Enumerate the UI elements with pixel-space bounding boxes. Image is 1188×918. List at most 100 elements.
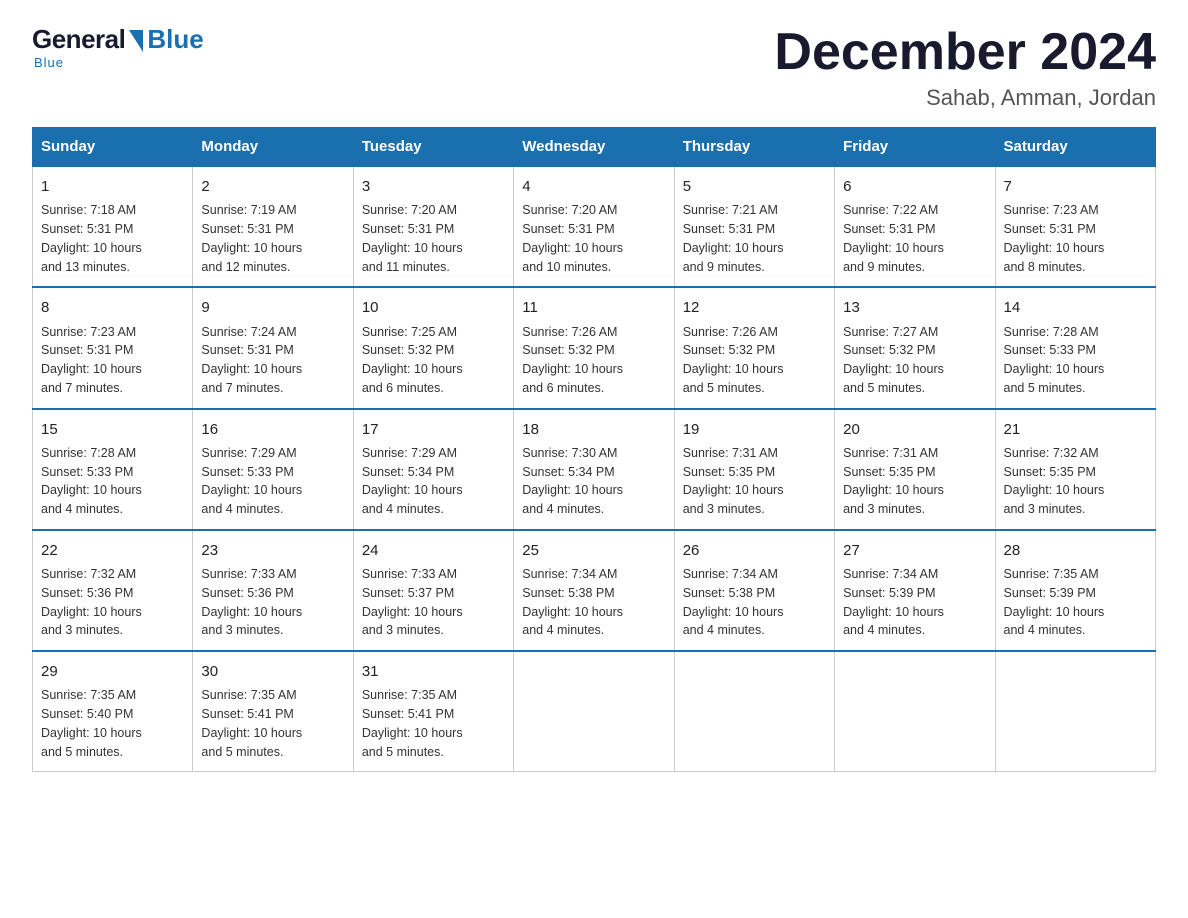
logo-general-text: General (32, 24, 125, 55)
calendar-cell: 29 Sunrise: 7:35 AMSunset: 5:40 PMDayligh… (33, 651, 193, 772)
day-number: 6 (843, 175, 986, 198)
header-cell-thursday: Thursday (674, 128, 834, 167)
day-info: Sunrise: 7:27 AMSunset: 5:32 PMDaylight:… (843, 323, 986, 398)
day-info: Sunrise: 7:35 AMSunset: 5:40 PMDaylight:… (41, 686, 184, 761)
day-info: Sunrise: 7:34 AMSunset: 5:38 PMDaylight:… (522, 565, 665, 640)
day-info: Sunrise: 7:30 AMSunset: 5:34 PMDaylight:… (522, 444, 665, 519)
week-row-2: 8 Sunrise: 7:23 AMSunset: 5:31 PMDaylight… (33, 287, 1156, 408)
calendar-cell: 4Sunrise: 7:20 AMSunset: 5:31 PMDaylight… (514, 166, 674, 287)
day-info: Sunrise: 7:32 AMSunset: 5:35 PMDaylight:… (1004, 444, 1147, 519)
calendar-cell: 18Sunrise: 7:30 AMSunset: 5:34 PMDayligh… (514, 409, 674, 530)
day-info: Sunrise: 7:18 AMSunset: 5:31 PMDaylight:… (41, 201, 184, 276)
day-info: Sunrise: 7:28 AMSunset: 5:33 PMDaylight:… (1004, 323, 1147, 398)
day-info: Sunrise: 7:21 AMSunset: 5:31 PMDaylight:… (683, 201, 826, 276)
day-number: 12 (683, 296, 826, 319)
day-number: 30 (201, 660, 344, 683)
calendar-cell: 12 Sunrise: 7:26 AMSunset: 5:32 PMDayligh… (674, 287, 834, 408)
calendar-cell: 17 Sunrise: 7:29 AMSunset: 5:34 PMDayligh… (353, 409, 513, 530)
day-info: Sunrise: 7:31 AMSunset: 5:35 PMDaylight:… (843, 444, 986, 519)
calendar-cell: 11 Sunrise: 7:26 AMSunset: 5:32 PMDayligh… (514, 287, 674, 408)
calendar-cell: 30 Sunrise: 7:35 AMSunset: 5:41 PMDayligh… (193, 651, 353, 772)
calendar-cell: 28 Sunrise: 7:35 AMSunset: 5:39 PMDayligh… (995, 530, 1155, 651)
calendar-cell: 25 Sunrise: 7:34 AMSunset: 5:38 PMDayligh… (514, 530, 674, 651)
calendar-cell: 5 Sunrise: 7:21 AMSunset: 5:31 PMDaylight… (674, 166, 834, 287)
day-info: Sunrise: 7:29 AMSunset: 5:34 PMDaylight:… (362, 444, 505, 519)
calendar-cell: 13Sunrise: 7:27 AMSunset: 5:32 PMDayligh… (835, 287, 995, 408)
day-number: 5 (683, 175, 826, 198)
day-number: 17 (362, 418, 505, 441)
day-number: 25 (522, 539, 665, 562)
day-number: 19 (683, 418, 826, 441)
day-info: Sunrise: 7:35 AMSunset: 5:39 PMDaylight:… (1004, 565, 1147, 640)
calendar-cell (514, 651, 674, 772)
calendar-cell: 19 Sunrise: 7:31 AMSunset: 5:35 PMDayligh… (674, 409, 834, 530)
day-info: Sunrise: 7:32 AMSunset: 5:36 PMDaylight:… (41, 565, 184, 640)
calendar-cell: 27 Sunrise: 7:34 AMSunset: 5:39 PMDayligh… (835, 530, 995, 651)
calendar-cell: 22 Sunrise: 7:32 AMSunset: 5:36 PMDayligh… (33, 530, 193, 651)
calendar-cell: 24 Sunrise: 7:33 AMSunset: 5:37 PMDayligh… (353, 530, 513, 651)
day-number: 29 (41, 660, 184, 683)
calendar-cell: 6 Sunrise: 7:22 AMSunset: 5:31 PMDaylight… (835, 166, 995, 287)
calendar-title: December 2024 (774, 24, 1156, 81)
day-info: Sunrise: 7:34 AMSunset: 5:39 PMDaylight:… (843, 565, 986, 640)
calendar-cell: 7 Sunrise: 7:23 AMSunset: 5:31 PMDaylight… (995, 166, 1155, 287)
day-number: 14 (1004, 296, 1147, 319)
day-info: Sunrise: 7:19 AMSunset: 5:31 PMDaylight:… (201, 201, 344, 276)
day-number: 8 (41, 296, 184, 319)
day-info: Sunrise: 7:35 AMSunset: 5:41 PMDaylight:… (362, 686, 505, 761)
calendar-subtitle: Sahab, Amman, Jordan (774, 85, 1156, 111)
day-info: Sunrise: 7:24 AMSunset: 5:31 PMDaylight:… (201, 323, 344, 398)
calendar-cell: 26 Sunrise: 7:34 AMSunset: 5:38 PMDayligh… (674, 530, 834, 651)
logo-triangle-icon (129, 30, 143, 52)
day-info: Sunrise: 7:29 AMSunset: 5:33 PMDaylight:… (201, 444, 344, 519)
day-info: Sunrise: 7:31 AMSunset: 5:35 PMDaylight:… (683, 444, 826, 519)
day-info: Sunrise: 7:25 AMSunset: 5:32 PMDaylight:… (362, 323, 505, 398)
calendar-table: SundayMondayTuesdayWednesdayThursdayFrid… (32, 127, 1156, 772)
day-number: 3 (362, 175, 505, 198)
header-cell-saturday: Saturday (995, 128, 1155, 167)
day-info: Sunrise: 7:20 AMSunset: 5:31 PMDaylight:… (522, 201, 665, 276)
day-info: Sunrise: 7:23 AMSunset: 5:31 PMDaylight:… (1004, 201, 1147, 276)
calendar-cell: 31Sunrise: 7:35 AMSunset: 5:41 PMDayligh… (353, 651, 513, 772)
day-info: Sunrise: 7:22 AMSunset: 5:31 PMDaylight:… (843, 201, 986, 276)
week-row-1: 1 Sunrise: 7:18 AMSunset: 5:31 PMDaylight… (33, 166, 1156, 287)
day-number: 2 (201, 175, 344, 198)
day-info: Sunrise: 7:26 AMSunset: 5:32 PMDaylight:… (683, 323, 826, 398)
day-number: 28 (1004, 539, 1147, 562)
calendar-cell (835, 651, 995, 772)
calendar-cell: 16 Sunrise: 7:29 AMSunset: 5:33 PMDayligh… (193, 409, 353, 530)
day-number: 10 (362, 296, 505, 319)
logo-tagline: Blue (34, 55, 64, 70)
day-number: 27 (843, 539, 986, 562)
calendar-cell (674, 651, 834, 772)
header-cell-wednesday: Wednesday (514, 128, 674, 167)
calendar-cell: 14 Sunrise: 7:28 AMSunset: 5:33 PMDayligh… (995, 287, 1155, 408)
calendar-cell: 20Sunrise: 7:31 AMSunset: 5:35 PMDayligh… (835, 409, 995, 530)
day-info: Sunrise: 7:35 AMSunset: 5:41 PMDaylight:… (201, 686, 344, 761)
calendar-cell: 8 Sunrise: 7:23 AMSunset: 5:31 PMDaylight… (33, 287, 193, 408)
day-info: Sunrise: 7:33 AMSunset: 5:37 PMDaylight:… (362, 565, 505, 640)
day-number: 11 (522, 296, 665, 319)
logo-blue-text: Blue (147, 24, 203, 55)
day-number: 7 (1004, 175, 1147, 198)
calendar-cell: 23Sunrise: 7:33 AMSunset: 5:36 PMDayligh… (193, 530, 353, 651)
day-number: 21 (1004, 418, 1147, 441)
day-info: Sunrise: 7:23 AMSunset: 5:31 PMDaylight:… (41, 323, 184, 398)
page-header: General Blue Blue December 2024 Sahab, A… (32, 24, 1156, 111)
day-number: 16 (201, 418, 344, 441)
calendar-cell: 10 Sunrise: 7:25 AMSunset: 5:32 PMDayligh… (353, 287, 513, 408)
day-number: 26 (683, 539, 826, 562)
day-number: 1 (41, 175, 184, 198)
header-cell-friday: Friday (835, 128, 995, 167)
day-number: 15 (41, 418, 184, 441)
day-number: 22 (41, 539, 184, 562)
header-cell-sunday: Sunday (33, 128, 193, 167)
day-number: 23 (201, 539, 344, 562)
day-info: Sunrise: 7:28 AMSunset: 5:33 PMDaylight:… (41, 444, 184, 519)
calendar-cell: 15 Sunrise: 7:28 AMSunset: 5:33 PMDayligh… (33, 409, 193, 530)
day-number: 24 (362, 539, 505, 562)
day-info: Sunrise: 7:26 AMSunset: 5:32 PMDaylight:… (522, 323, 665, 398)
title-block: December 2024 Sahab, Amman, Jordan (774, 24, 1156, 111)
calendar-cell: 2 Sunrise: 7:19 AMSunset: 5:31 PMDaylight… (193, 166, 353, 287)
day-info: Sunrise: 7:34 AMSunset: 5:38 PMDaylight:… (683, 565, 826, 640)
